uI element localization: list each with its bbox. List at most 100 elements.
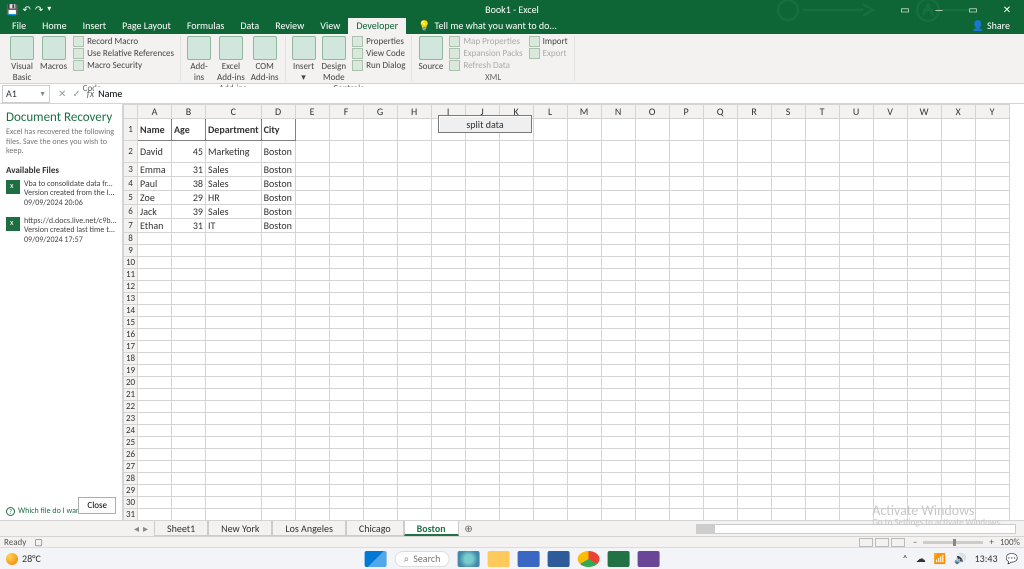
cell-L19[interactable] [533, 365, 567, 377]
cell-K24[interactable] [499, 425, 533, 437]
cell-H19[interactable] [397, 365, 431, 377]
cell-A21[interactable] [138, 389, 172, 401]
tray-wifi-icon[interactable]: 📶 [934, 552, 946, 565]
excel-addins-button[interactable]: Excel Add-ins [217, 36, 245, 83]
cell-V7[interactable] [873, 219, 907, 233]
cell-M7[interactable] [567, 219, 601, 233]
cell-L14[interactable] [533, 305, 567, 317]
cell-R30[interactable] [737, 497, 771, 509]
cell-Q4[interactable] [703, 177, 737, 191]
cell-D23[interactable] [261, 413, 295, 425]
cell-T18[interactable] [805, 353, 839, 365]
cell-C2[interactable]: Marketing [206, 141, 262, 163]
tray-clock[interactable]: 13:43 [975, 552, 998, 565]
cell-K20[interactable] [499, 377, 533, 389]
cell-I19[interactable] [431, 365, 465, 377]
cell-F30[interactable] [329, 497, 363, 509]
cell-K8[interactable] [499, 233, 533, 245]
cell-P11[interactable] [669, 269, 703, 281]
cell-O28[interactable] [635, 473, 669, 485]
cell-Q28[interactable] [703, 473, 737, 485]
cell-W28[interactable] [907, 473, 941, 485]
cell-F22[interactable] [329, 401, 363, 413]
cell-M1[interactable] [567, 119, 601, 141]
cell-T28[interactable] [805, 473, 839, 485]
cell-B10[interactable] [172, 257, 206, 269]
cell-R27[interactable] [737, 461, 771, 473]
cell-V30[interactable] [873, 497, 907, 509]
cell-P14[interactable] [669, 305, 703, 317]
row-header-17[interactable]: 17 [124, 341, 138, 353]
cell-N2[interactable] [601, 141, 635, 163]
cell-R22[interactable] [737, 401, 771, 413]
cell-O14[interactable] [635, 305, 669, 317]
minimize-button[interactable]: — [922, 0, 956, 18]
cell-H7[interactable] [397, 219, 431, 233]
cell-R9[interactable] [737, 245, 771, 257]
cell-S28[interactable] [771, 473, 805, 485]
cell-E3[interactable] [295, 163, 329, 177]
row-header-5[interactable]: 5 [124, 191, 138, 205]
cell-O16[interactable] [635, 329, 669, 341]
cell-P21[interactable] [669, 389, 703, 401]
cell-Q5[interactable] [703, 191, 737, 205]
cell-U3[interactable] [839, 163, 873, 177]
cell-G10[interactable] [363, 257, 397, 269]
cell-G19[interactable] [363, 365, 397, 377]
cell-A26[interactable] [138, 449, 172, 461]
col-header-L[interactable]: L [533, 105, 567, 119]
cell-N9[interactable] [601, 245, 635, 257]
cell-D22[interactable] [261, 401, 295, 413]
cell-M31[interactable] [567, 509, 601, 521]
cell-D5[interactable]: Boston [261, 191, 295, 205]
import-button[interactable]: Import [529, 36, 568, 47]
cell-K5[interactable] [499, 191, 533, 205]
cell-P10[interactable] [669, 257, 703, 269]
cell-I31[interactable] [431, 509, 465, 521]
row-header-28[interactable]: 28 [124, 473, 138, 485]
cell-L22[interactable] [533, 401, 567, 413]
cell-I14[interactable] [431, 305, 465, 317]
taskbar-copilot-icon[interactable] [457, 551, 479, 567]
cell-M11[interactable] [567, 269, 601, 281]
cell-R13[interactable] [737, 293, 771, 305]
cell-Q18[interactable] [703, 353, 737, 365]
cell-D1[interactable]: City [261, 119, 295, 141]
cell-V6[interactable] [873, 205, 907, 219]
cell-S27[interactable] [771, 461, 805, 473]
cell-E22[interactable] [295, 401, 329, 413]
cell-K25[interactable] [499, 437, 533, 449]
cell-R11[interactable] [737, 269, 771, 281]
cell-M27[interactable] [567, 461, 601, 473]
col-header-T[interactable]: T [805, 105, 839, 119]
cell-P2[interactable] [669, 141, 703, 163]
cell-V20[interactable] [873, 377, 907, 389]
cell-D8[interactable] [261, 233, 295, 245]
cell-K14[interactable] [499, 305, 533, 317]
cell-M2[interactable] [567, 141, 601, 163]
cell-L1[interactable] [533, 119, 567, 141]
cell-B27[interactable] [172, 461, 206, 473]
cell-H10[interactable] [397, 257, 431, 269]
cell-C5[interactable]: HR [206, 191, 262, 205]
cell-Q31[interactable] [703, 509, 737, 521]
cell-T7[interactable] [805, 219, 839, 233]
cell-K3[interactable] [499, 163, 533, 177]
cell-S12[interactable] [771, 281, 805, 293]
cell-W17[interactable] [907, 341, 941, 353]
cell-I7[interactable] [431, 219, 465, 233]
cell-O4[interactable] [635, 177, 669, 191]
cell-D21[interactable] [261, 389, 295, 401]
cell-P22[interactable] [669, 401, 703, 413]
cell-W11[interactable] [907, 269, 941, 281]
cell-D12[interactable] [261, 281, 295, 293]
cell-R15[interactable] [737, 317, 771, 329]
sheet-nav-next-icon[interactable]: ▸ [143, 522, 148, 535]
cell-Y16[interactable] [975, 329, 1009, 341]
cell-Y6[interactable] [975, 205, 1009, 219]
run-dialog-button[interactable]: Run Dialog [352, 60, 405, 71]
cell-S22[interactable] [771, 401, 805, 413]
cell-H27[interactable] [397, 461, 431, 473]
cell-V16[interactable] [873, 329, 907, 341]
cell-J3[interactable] [465, 163, 499, 177]
